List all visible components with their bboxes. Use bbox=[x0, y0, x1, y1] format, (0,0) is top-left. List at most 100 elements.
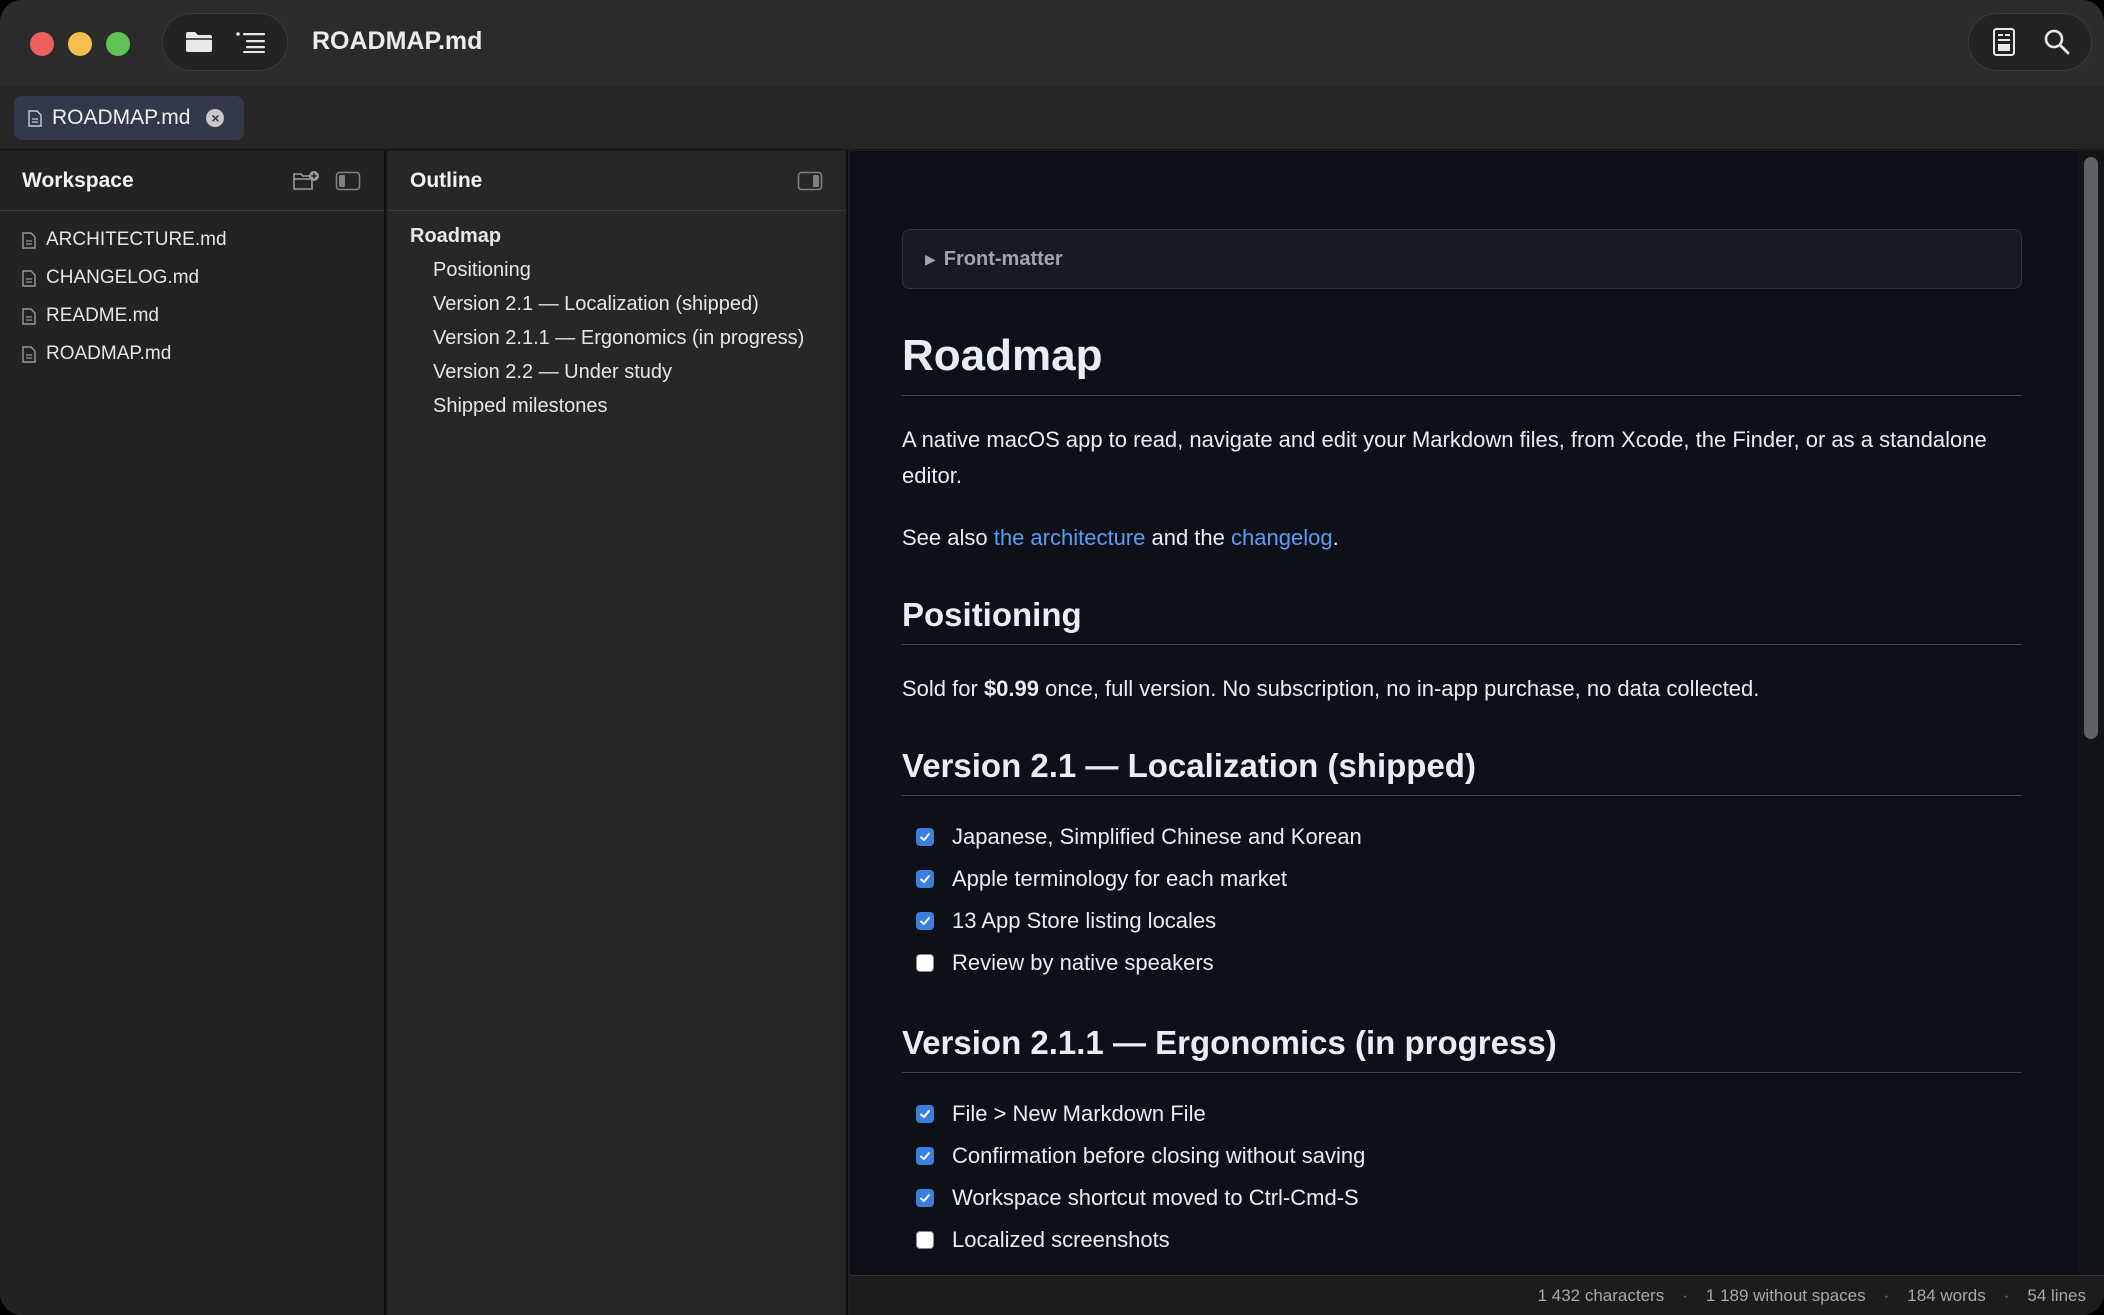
architecture-link[interactable]: the architecture bbox=[994, 525, 1146, 550]
tab-label: ROADMAP.md bbox=[52, 106, 191, 129]
task-label: Confirmation before closing without savi… bbox=[952, 1143, 1366, 1168]
outline-item-version-2-1[interactable]: Version 2.1 — Localization (shipped) bbox=[388, 291, 846, 317]
task-item: Confirmation before closing without savi… bbox=[916, 1135, 2022, 1177]
search-button[interactable] bbox=[2035, 20, 2079, 64]
app-window: ROADMAP.md ROADMAP.md × Workspace ARCHIT… bbox=[0, 0, 2104, 1315]
frontmatter-label: Front-matter bbox=[943, 247, 1063, 270]
collapse-workspace-button[interactable] bbox=[334, 169, 362, 193]
collapse-outline-button[interactable] bbox=[796, 169, 824, 193]
window-title: ROADMAP.md bbox=[312, 27, 483, 55]
document-icon bbox=[22, 269, 36, 287]
document-icon bbox=[22, 307, 36, 325]
file-item-readme[interactable]: README.md bbox=[0, 297, 384, 335]
toolbar-right-group bbox=[1968, 13, 2092, 71]
outline-header: Outline bbox=[388, 151, 846, 211]
see-also-suffix: . bbox=[1332, 525, 1339, 550]
status-separator: · bbox=[2003, 1285, 2010, 1305]
scrollbar-thumb[interactable] bbox=[2084, 157, 2098, 739]
disclosure-triangle-icon: ▶ bbox=[925, 250, 936, 267]
task-checkbox[interactable] bbox=[916, 1231, 934, 1249]
workspace-title: Workspace bbox=[22, 168, 134, 192]
workspace-header: Workspace bbox=[0, 151, 384, 211]
add-folder-button[interactable] bbox=[292, 169, 320, 193]
file-label: ARCHITECTURE.md bbox=[46, 229, 227, 250]
task-checkbox[interactable] bbox=[916, 954, 934, 972]
task-checkbox[interactable] bbox=[916, 912, 934, 930]
see-also-prefix: See also bbox=[902, 525, 994, 550]
section-heading: Version 2.1.1 — Ergonomics (in progress) bbox=[902, 1024, 2022, 1073]
word-count: 184 words bbox=[1907, 1285, 1986, 1305]
status-bar: 1 432 characters · 1 189 without spaces … bbox=[850, 1275, 2104, 1315]
outline-item-positioning[interactable]: Positioning bbox=[388, 257, 846, 283]
document-icon bbox=[22, 231, 36, 249]
document-content: ▶ Front-matter Roadmap A native macOS ap… bbox=[902, 229, 2022, 1261]
task-label: Workspace shortcut moved to Ctrl-Cmd-S bbox=[952, 1185, 1359, 1210]
task-label: Review by native speakers bbox=[952, 950, 1214, 975]
outline-sidebar: Outline Roadmap Positioning Version 2.1 … bbox=[388, 151, 848, 1315]
title-bar: ROADMAP.md bbox=[0, 0, 2104, 86]
toolbar-left-group bbox=[162, 13, 288, 71]
task-label: Japanese, Simplified Chinese and Korean bbox=[952, 824, 1362, 849]
task-item: 13 App Store listing locales bbox=[916, 900, 2022, 942]
task-checkbox[interactable] bbox=[916, 870, 934, 888]
workspace-sidebar: Workspace ARCHITECTURE.md CHANGELOG.md R… bbox=[0, 151, 386, 1315]
tab-roadmap[interactable]: ROADMAP.md × bbox=[14, 96, 244, 140]
frontmatter-disclosure[interactable]: ▶ Front-matter bbox=[902, 229, 2022, 289]
document-icon bbox=[28, 109, 42, 127]
tab-close-icon[interactable]: × bbox=[206, 109, 225, 127]
tab-bar: ROADMAP.md × bbox=[0, 86, 2104, 150]
task-list: File > New Markdown File Confirmation be… bbox=[902, 1093, 2022, 1261]
document-view: ▶ Front-matter Roadmap A native macOS ap… bbox=[850, 151, 2104, 1275]
outline-item-version-2-1-1[interactable]: Version 2.1.1 — Ergonomics (in progress) bbox=[388, 325, 846, 351]
outline-item-shipped-milestones[interactable]: Shipped milestones bbox=[388, 393, 846, 419]
positioning-paragraph: Sold for $0.99 once, full version. No su… bbox=[902, 671, 2022, 707]
outline-list-icon bbox=[236, 32, 265, 53]
outline-item-roadmap[interactable]: Roadmap bbox=[388, 223, 846, 249]
task-item: Workspace shortcut moved to Ctrl-Cmd-S bbox=[916, 1177, 2022, 1219]
task-checkbox[interactable] bbox=[916, 1147, 934, 1165]
see-also-paragraph: See also the architecture and the change… bbox=[902, 520, 2022, 556]
file-item-changelog[interactable]: CHANGELOG.md bbox=[0, 259, 384, 297]
close-window-button[interactable] bbox=[30, 32, 54, 56]
task-item: File > New Markdown File bbox=[916, 1093, 2022, 1135]
task-label: File > New Markdown File bbox=[952, 1101, 1206, 1126]
task-item: Apple terminology for each market bbox=[916, 858, 2022, 900]
task-item: Localized screenshots bbox=[916, 1219, 2022, 1261]
document-icon bbox=[22, 345, 36, 363]
task-label: Localized screenshots bbox=[952, 1227, 1170, 1252]
intro-paragraph: A native macOS app to read, navigate and… bbox=[902, 427, 1987, 488]
task-checkbox[interactable] bbox=[916, 828, 934, 846]
sidebar-left-icon bbox=[335, 171, 361, 191]
status-separator: · bbox=[1883, 1285, 1890, 1305]
inspector-button[interactable] bbox=[1982, 20, 2026, 64]
positioning-suffix: once, full version. No subscription, no … bbox=[1039, 676, 1760, 701]
toggle-outline-button[interactable] bbox=[229, 20, 273, 64]
task-checkbox[interactable] bbox=[916, 1189, 934, 1207]
folder-icon bbox=[186, 32, 212, 52]
search-icon bbox=[2044, 29, 2069, 55]
line-count: 54 lines bbox=[2027, 1285, 2086, 1305]
workspace-file-list: ARCHITECTURE.md CHANGELOG.md README.md R… bbox=[0, 211, 384, 373]
positioning-prefix: Sold for bbox=[902, 676, 984, 701]
file-item-roadmap[interactable]: ROADMAP.md bbox=[0, 335, 384, 373]
outline-list: Roadmap Positioning Version 2.1 — Locali… bbox=[388, 211, 846, 419]
section-heading: Version 2.1 — Localization (shipped) bbox=[902, 747, 2022, 796]
task-item: Japanese, Simplified Chinese and Korean bbox=[916, 816, 2022, 858]
positioning-heading: Positioning bbox=[902, 596, 2022, 645]
file-label: CHANGELOG.md bbox=[46, 267, 200, 288]
file-label: README.md bbox=[46, 305, 159, 326]
price-text: $0.99 bbox=[983, 676, 1039, 701]
document-inspector-icon bbox=[1992, 28, 2015, 56]
task-checkbox[interactable] bbox=[916, 1105, 934, 1123]
outline-item-version-2-2[interactable]: Version 2.2 — Under study bbox=[388, 359, 846, 385]
zoom-window-button[interactable] bbox=[106, 32, 130, 56]
task-item: Review by native speakers bbox=[916, 942, 2022, 984]
sidebar-right-icon bbox=[797, 171, 823, 191]
outline-title: Outline bbox=[410, 168, 483, 192]
minimize-window-button[interactable] bbox=[68, 32, 92, 56]
file-item-architecture[interactable]: ARCHITECTURE.md bbox=[0, 221, 384, 259]
changelog-link[interactable]: changelog bbox=[1231, 525, 1333, 550]
toggle-workspace-button[interactable] bbox=[177, 20, 221, 64]
file-label: ROADMAP.md bbox=[46, 343, 172, 364]
character-count: 1 432 characters bbox=[1537, 1285, 1665, 1305]
